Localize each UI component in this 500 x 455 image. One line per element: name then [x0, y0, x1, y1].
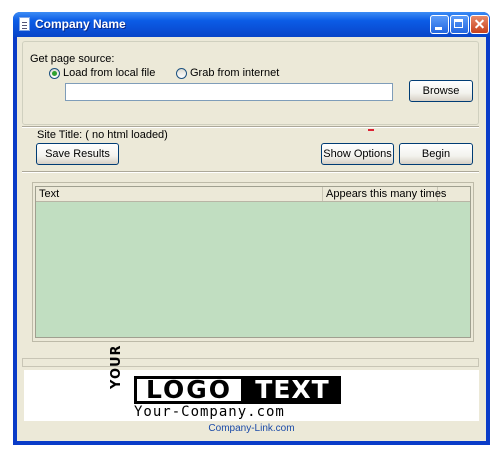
- window-title: Company Name: [35, 17, 126, 31]
- site-title-label: Site Title: ( no html loaded): [37, 129, 168, 141]
- title-bar[interactable]: Company Name: [13, 12, 490, 37]
- logo-company-text: Your-Company.com: [134, 404, 285, 420]
- logo-image: LOGO TEXT: [134, 376, 362, 406]
- radio-internet-label[interactable]: Grab from internet: [190, 67, 279, 79]
- logo-your-text: YOUR: [109, 344, 124, 389]
- column-header-text[interactable]: Text: [36, 187, 323, 201]
- maximize-button[interactable]: [450, 15, 469, 34]
- save-results-button[interactable]: Save Results: [36, 143, 119, 165]
- source-path-input[interactable]: [65, 83, 393, 101]
- document-icon: [19, 17, 30, 31]
- app-window: Company Name Get page source: Load from …: [13, 12, 490, 445]
- close-button[interactable]: [470, 15, 489, 34]
- company-link[interactable]: Company-Link.com: [17, 423, 486, 434]
- divider: [22, 126, 479, 128]
- status-indicator: [368, 129, 374, 131]
- radio-local-file-label[interactable]: Load from local file: [63, 67, 155, 79]
- results-table[interactable]: Text Appears this many times: [35, 186, 471, 338]
- column-header-count[interactable]: Appears this many times: [323, 187, 446, 201]
- begin-button[interactable]: Begin: [399, 143, 473, 165]
- page-source-label: Get page source:: [30, 53, 115, 65]
- minimize-button[interactable]: [430, 15, 449, 34]
- browse-button[interactable]: Browse: [409, 80, 473, 102]
- logo-text-word: TEXT: [244, 376, 341, 404]
- client-area: Get page source: Load from local file Gr…: [17, 37, 486, 441]
- radio-local-file[interactable]: [49, 68, 60, 79]
- table-header: Text Appears this many times: [36, 187, 470, 202]
- logo-word: LOGO: [134, 376, 244, 404]
- divider: [22, 171, 479, 173]
- radio-internet[interactable]: [176, 68, 187, 79]
- status-bar: [22, 358, 479, 367]
- show-options-button[interactable]: Show Options: [321, 143, 394, 165]
